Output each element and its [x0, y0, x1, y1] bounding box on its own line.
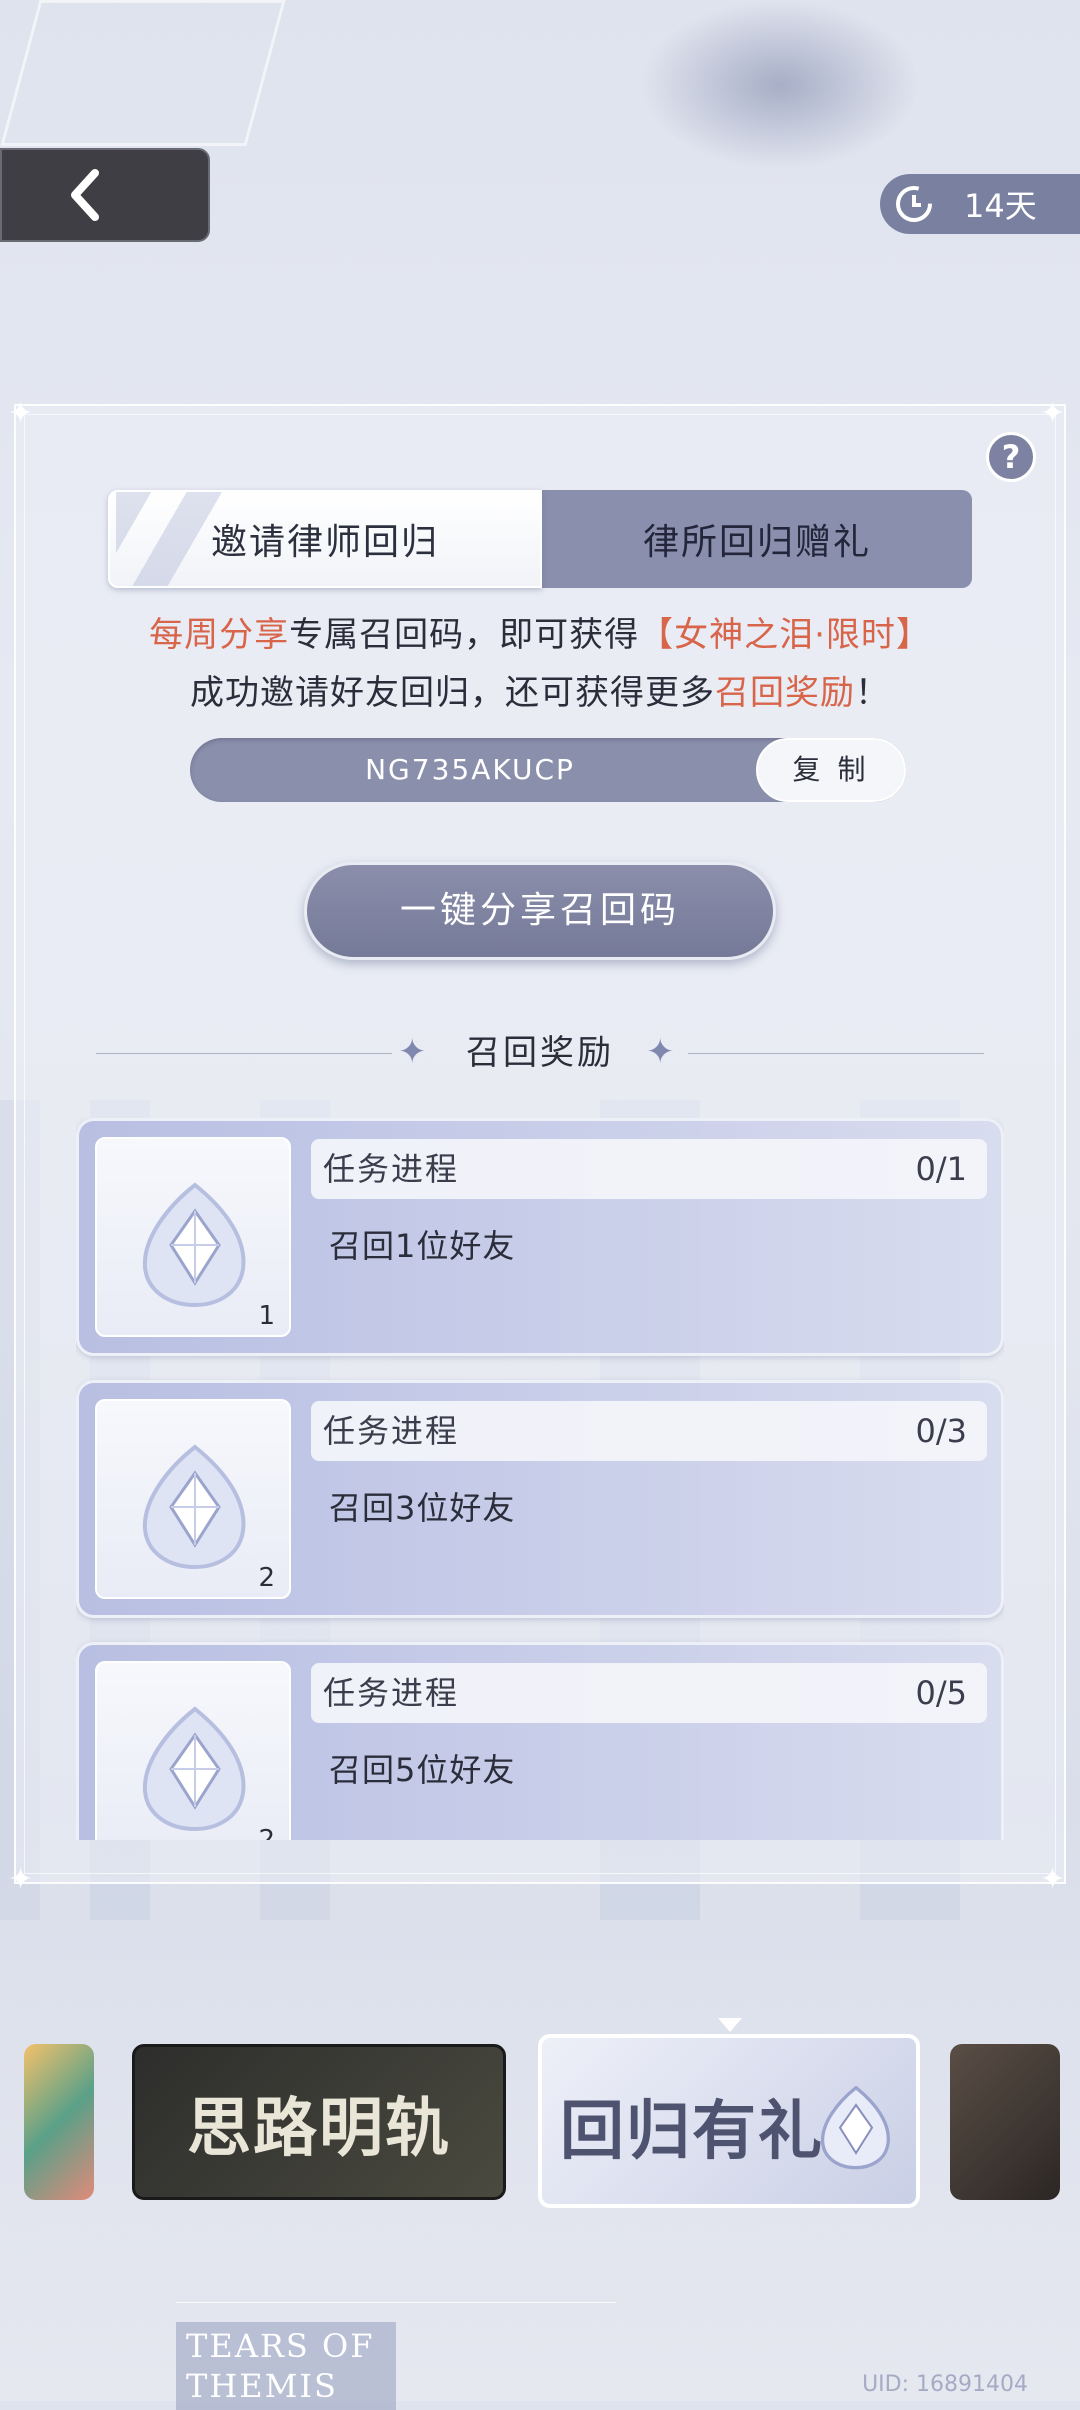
reward-item: 2 任务进程 0/5 召回5位好友 — [76, 1642, 1004, 1840]
reward-item: 1 任务进程 0/1 召回1位好友 — [76, 1118, 1004, 1356]
goddess-tear-icon — [142, 1444, 246, 1570]
tab-bar: 邀请律师回归 律所回归赠礼 — [108, 490, 972, 588]
user-id: UID: 16891404 — [862, 2372, 1028, 2397]
chevron-left-icon — [71, 169, 99, 221]
reward-quantity: 1 — [258, 1301, 275, 1331]
task-progress-bar: 任务进程 0/1 — [311, 1139, 987, 1199]
section-header: ✦ ✦ 召回奖励 — [0, 1028, 1080, 1078]
invite-text: 成功邀请好友回归，还可获得更多 — [190, 673, 715, 713]
carousel-item-partial[interactable] — [950, 2044, 1060, 2200]
invite-text: ！ — [855, 673, 890, 713]
task-progress-label: 任务进程 — [323, 1674, 460, 1712]
carousel-item-label: 思路明轨 — [187, 2091, 451, 2166]
carousel-item-label: 回归有礼 — [560, 2094, 824, 2169]
task-progress-value: 0/5 — [915, 1674, 968, 1712]
help-icon[interactable]: ? — [986, 432, 1036, 482]
invite-text: 专属召回码，即可获得 — [289, 615, 640, 655]
carousel-item-return-gift[interactable]: 回归有礼 — [538, 2034, 920, 2208]
event-carousel[interactable]: 思路明轨 回归有礼 — [0, 2034, 1080, 2214]
back-button[interactable] — [0, 148, 210, 242]
tab-invite-lawyer[interactable]: 邀请律师回归 — [108, 490, 542, 588]
reward-icon-box[interactable]: 1 — [95, 1137, 291, 1337]
reward-icon-box[interactable]: 2 — [95, 1661, 291, 1840]
remaining-time-label: 14天 — [964, 187, 1037, 225]
tab-firm-return-gift[interactable]: 律所回归赠礼 — [542, 490, 972, 588]
task-progress-value: 0/1 — [915, 1150, 968, 1188]
carousel-item-reasoning[interactable]: 思路明轨 — [132, 2044, 506, 2200]
carousel-item-partial[interactable] — [24, 2044, 94, 2200]
goddess-tear-icon — [142, 1182, 246, 1308]
goddess-tear-icon — [820, 2085, 890, 2170]
tab-label: 律所回归赠礼 — [642, 522, 871, 563]
sparkle-icon: ✦ — [8, 396, 34, 431]
reward-name-highlight: 【女神之泪·限时】 — [639, 615, 931, 655]
clock-icon — [896, 186, 932, 222]
sparkle-icon: ✦ — [8, 1862, 34, 1897]
game-logo: TEARS OF THEMIS — [176, 2322, 396, 2410]
invite-description: 每周分享专属召回码，即可获得【女神之泪·限时】 成功邀请好友回归，还可获得更多召… — [0, 606, 1080, 722]
reward-icon-box[interactable]: 2 — [95, 1399, 291, 1599]
sparkle-icon: ✦ — [1040, 396, 1066, 431]
task-progress-bar: 任务进程 0/3 — [311, 1401, 987, 1461]
task-progress-value: 0/3 — [915, 1412, 968, 1450]
reward-item: 2 任务进程 0/3 召回3位好友 — [76, 1380, 1004, 1618]
logo-text: TEARS OF — [186, 2327, 375, 2365]
remaining-time-badge: 14天 — [880, 174, 1080, 234]
sparkle-icon: ✦ — [1040, 1862, 1066, 1897]
tab-label: 邀请律师回归 — [210, 522, 439, 563]
recall-code-bar: NG735AKUCP 复 制 — [190, 738, 906, 802]
footer-divider — [176, 2302, 616, 2303]
task-progress-bar: 任务进程 0/5 — [311, 1663, 987, 1723]
share-recall-code-button[interactable]: 一键分享召回码 — [304, 862, 776, 960]
copy-button[interactable]: 复 制 — [756, 738, 906, 802]
goddess-tear-icon — [142, 1706, 246, 1832]
task-description: 召回1位好友 — [329, 1227, 516, 1265]
reward-list[interactable]: 1 任务进程 0/1 召回1位好友 2 任务进程 0/3 召回3位好友 2 任务… — [76, 1118, 1004, 1840]
task-description: 召回5位好友 — [329, 1751, 516, 1789]
section-title: 召回奖励 — [466, 1033, 614, 1073]
reward-quantity: 2 — [258, 1825, 275, 1840]
recall-code: NG735AKUCP — [365, 753, 575, 786]
task-description: 召回3位好友 — [329, 1489, 516, 1527]
recall-reward-highlight: 召回奖励 — [715, 673, 855, 713]
logo-text: THEMIS — [186, 2367, 338, 2405]
selected-indicator-icon — [718, 2018, 742, 2032]
task-progress-label: 任务进程 — [323, 1412, 460, 1450]
reward-quantity: 2 — [258, 1563, 275, 1593]
weekly-share-highlight: 每周分享 — [149, 615, 290, 655]
task-progress-label: 任务进程 — [323, 1150, 460, 1188]
